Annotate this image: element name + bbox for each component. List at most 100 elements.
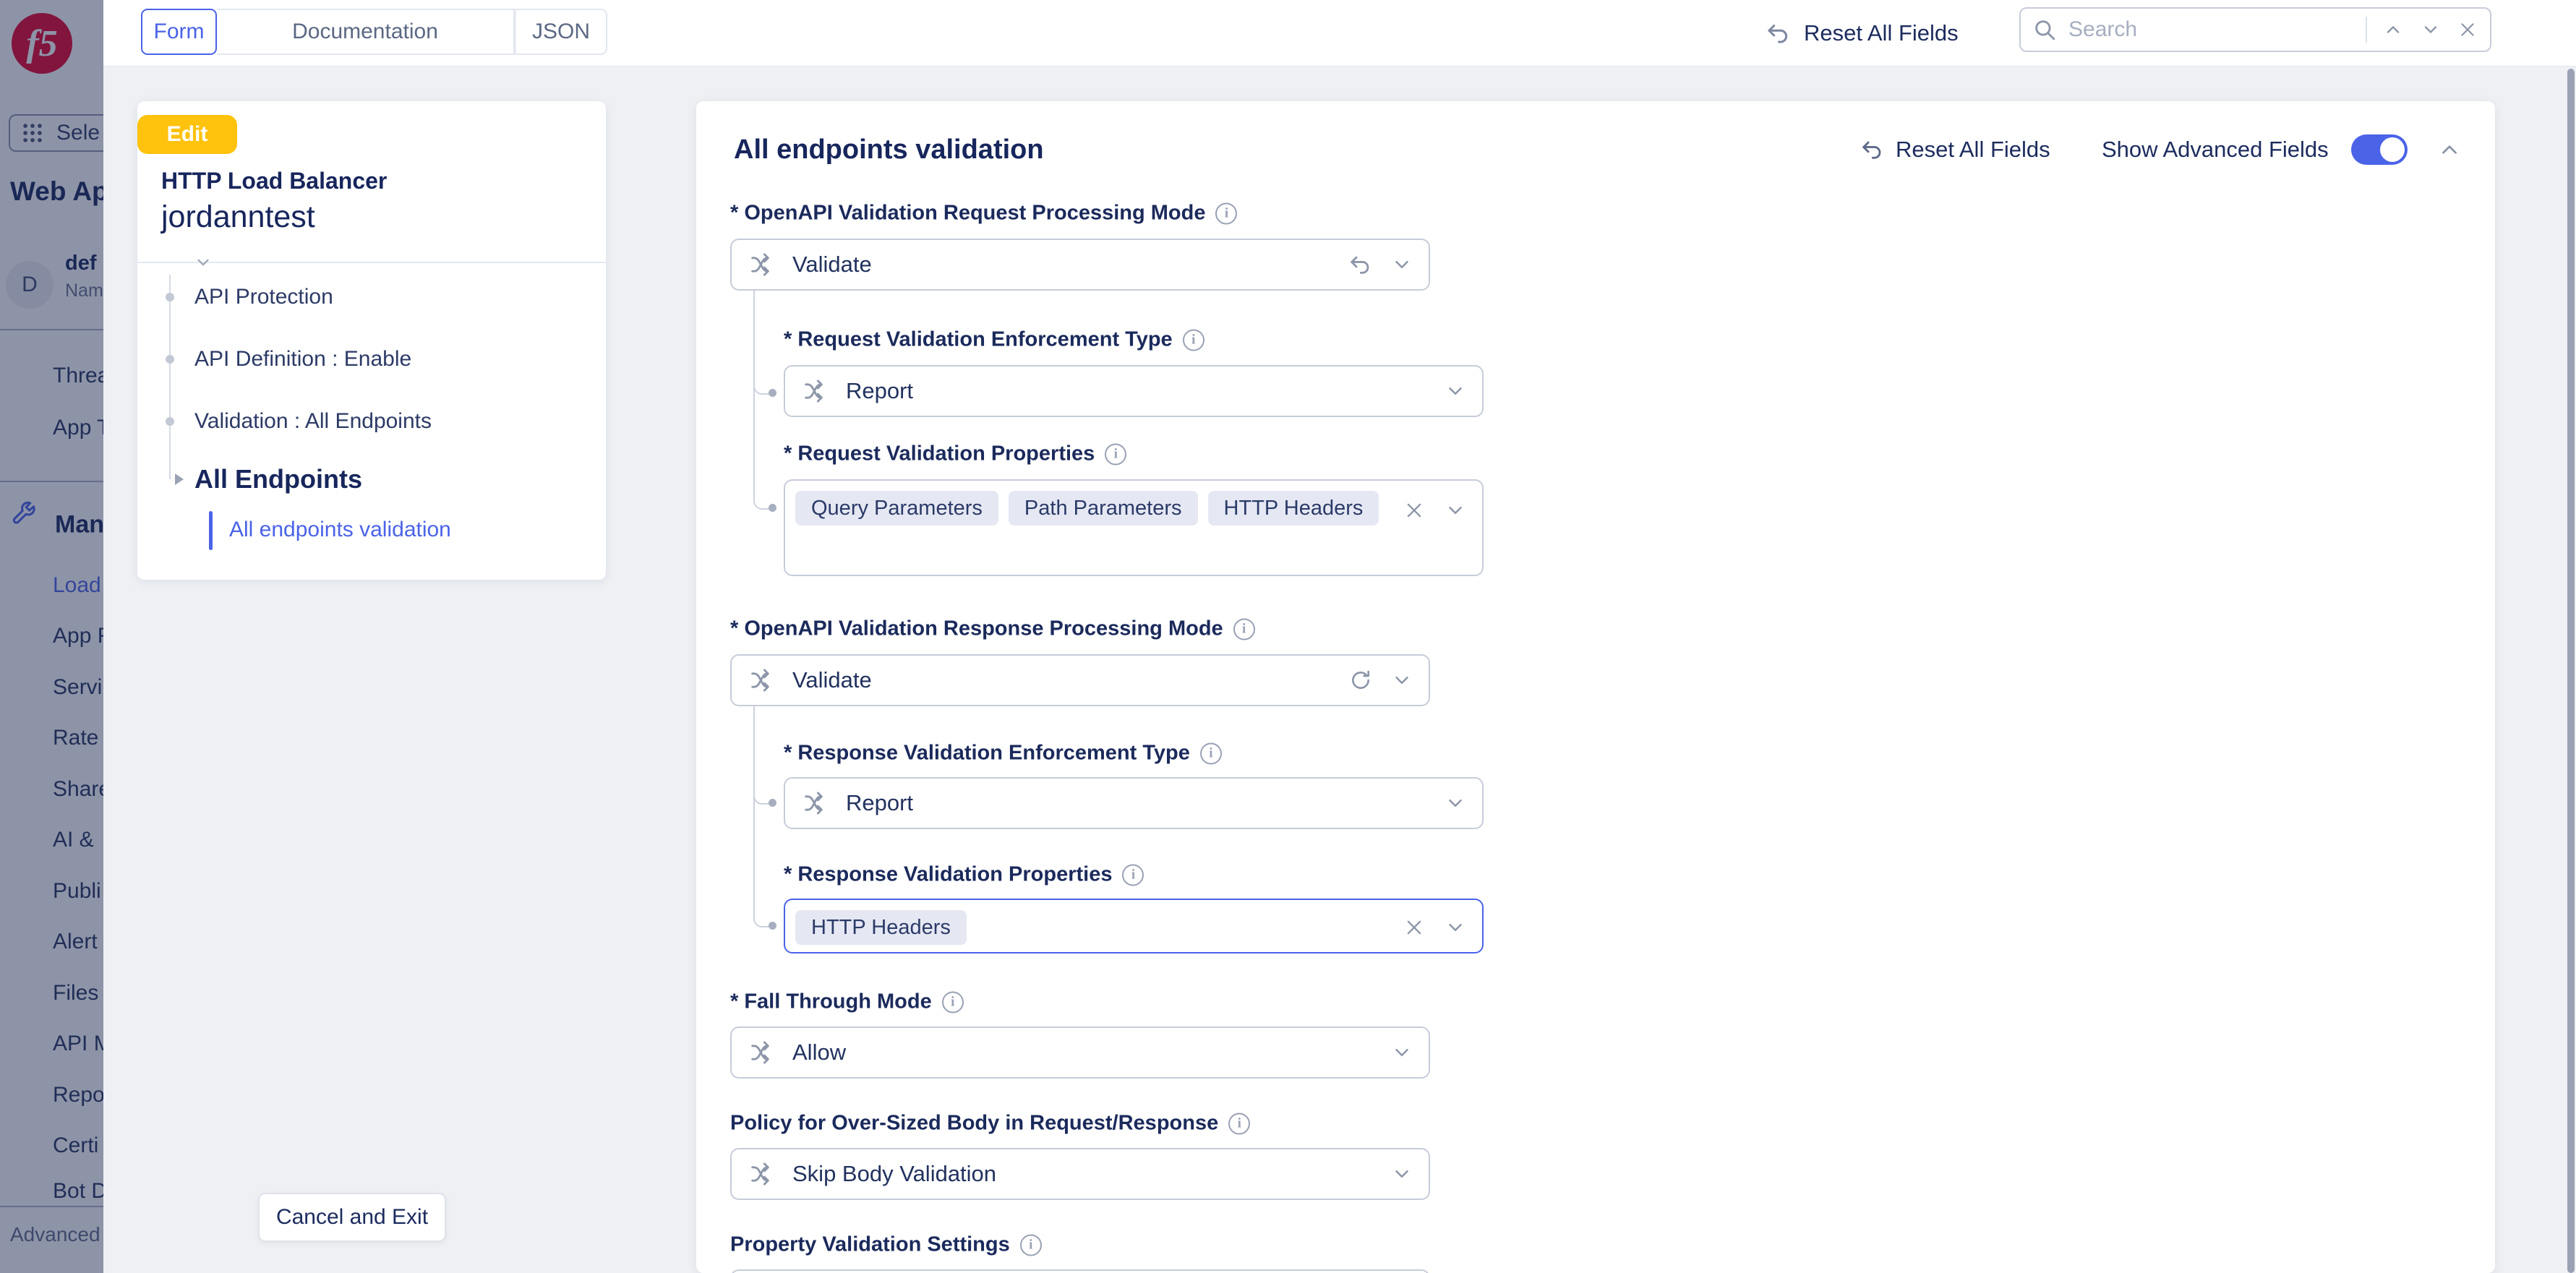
chevron-down-icon[interactable] <box>1445 917 1466 938</box>
search-prev-icon[interactable] <box>2374 20 2412 40</box>
sidebar-item-threat: Threa <box>53 364 103 388</box>
field-connector <box>753 291 774 510</box>
property-validation-settings-select[interactable] <box>730 1269 1430 1273</box>
undo-icon <box>1860 137 1884 162</box>
vertical-scrollbar[interactable] <box>2567 69 2575 1273</box>
caret-right-icon <box>175 473 184 485</box>
sidebar-item-alerts: Alert <box>53 930 98 954</box>
step-api-protection[interactable]: API Protection <box>194 285 333 309</box>
form-title: All endpoints validation <box>734 134 1044 166</box>
search-clear-icon[interactable] <box>2449 20 2490 39</box>
namespace-select-label: Sele <box>56 121 100 145</box>
sidebar-section-title: Web Ap <box>10 176 103 207</box>
reset-all-fields-button[interactable]: Reset All Fields <box>1765 0 1959 66</box>
step-tree-line <box>169 275 171 479</box>
connector-dot <box>769 922 776 930</box>
chevron-down-icon[interactable] <box>1391 1042 1413 1063</box>
selected-option-chip[interactable]: Query Parameters <box>795 491 998 526</box>
connector-dot <box>769 504 776 512</box>
substep-all-endpoints-validation[interactable]: All endpoints validation <box>229 518 451 542</box>
response-mode-select[interactable]: Validate <box>730 654 1430 706</box>
info-icon[interactable] <box>1215 202 1237 224</box>
request-enforcement-select[interactable]: Report <box>784 365 1484 417</box>
namespace-sublabel: Nam <box>65 280 103 301</box>
step-validation[interactable]: Validation : All Endpoints <box>194 409 432 434</box>
selected-option-chip[interactable]: Path Parameters <box>1009 491 1198 526</box>
response-properties-label: * Response Validation Properties <box>784 863 1112 887</box>
field-connector <box>753 706 774 927</box>
sidebar-item-app-t: App T <box>53 416 103 440</box>
oversized-body-policy-select[interactable]: Skip Body Validation <box>730 1148 1430 1200</box>
multiselect-actions <box>1404 900 1466 955</box>
selected-option-chip[interactable]: HTTP Headers <box>1208 491 1379 526</box>
response-properties-multiselect[interactable]: HTTP Headers <box>784 899 1484 953</box>
chevron-down-icon[interactable] <box>1391 669 1413 691</box>
fall-through-mode-label: * Fall Through Mode <box>730 990 932 1014</box>
info-icon[interactable] <box>1233 618 1255 640</box>
selected-options: Query Parameters Path Parameters HTTP Head… <box>795 491 1379 526</box>
toggle-knob <box>2380 137 2405 162</box>
info-icon[interactable] <box>942 991 964 1013</box>
show-advanced-fields-toggle[interactable] <box>2351 134 2408 165</box>
step-all-endpoints[interactable]: All Endpoints <box>194 464 362 494</box>
sidebar-item-certificates: Certi <box>53 1133 98 1158</box>
fall-through-mode-select[interactable]: Allow <box>730 1026 1430 1079</box>
info-icon[interactable] <box>1183 329 1204 351</box>
response-enforcement-select[interactable]: Report <box>784 777 1484 829</box>
edit-badge: Edit <box>137 115 237 154</box>
form-card: All endpoints validation Reset All Field… <box>696 101 2495 1273</box>
reset-field-icon[interactable] <box>1348 252 1372 277</box>
chevron-down-icon[interactable] <box>1445 792 1466 814</box>
wizard-nav-card: Edit HTTP Load Balancer jordanntest API … <box>137 101 606 580</box>
search-next-icon[interactable] <box>2412 20 2449 40</box>
namespace-avatar: D <box>6 261 54 309</box>
f5-logo: f5 <box>12 13 72 74</box>
selected-option-chip[interactable]: HTTP Headers <box>795 910 967 945</box>
sidebar-group-manage: Man <box>55 511 103 539</box>
form-reset-all-fields-button[interactable]: Reset All Fields <box>1860 101 2050 198</box>
request-mode-select[interactable]: Validate <box>730 239 1430 291</box>
chevron-down-icon[interactable] <box>1391 254 1413 275</box>
fall-through-mode-value: Allow <box>792 1040 846 1066</box>
chevron-down-icon[interactable] <box>1391 1163 1413 1185</box>
chevron-down-icon[interactable] <box>1445 380 1466 402</box>
oneof-selector-icon <box>801 377 830 406</box>
cancel-and-exit-button[interactable]: Cancel and Exit <box>258 1193 446 1242</box>
sidebar-item-files: Files <box>53 981 98 1006</box>
clear-icon[interactable] <box>1404 500 1424 520</box>
info-icon[interactable] <box>1020 1234 1042 1256</box>
request-properties-multiselect[interactable]: Query Parameters Path Parameters HTTP Head… <box>784 479 1484 576</box>
info-icon[interactable] <box>1200 742 1222 764</box>
sidebar-item-bot-defense: Bot D <box>53 1179 103 1204</box>
search-input[interactable] <box>2067 17 2366 43</box>
form-reset-label: Reset All Fields <box>1896 137 2050 163</box>
info-icon[interactable] <box>1228 1113 1250 1134</box>
sidebar-item-rate: Rate <box>53 726 98 750</box>
collapse-steps-icon[interactable] <box>194 253 213 272</box>
response-mode-label: * OpenAPI Validation Response Processing… <box>730 617 1223 641</box>
info-icon[interactable] <box>1122 864 1144 886</box>
oneof-selector-icon <box>748 1160 776 1188</box>
refresh-field-icon[interactable] <box>1349 669 1372 692</box>
request-mode-value: Validate <box>792 252 872 278</box>
chevron-down-icon[interactable] <box>1445 500 1466 521</box>
show-advanced-fields-label: Show Advanced Fields <box>2102 101 2329 198</box>
oneof-selector-icon <box>801 789 830 818</box>
collapse-section-icon[interactable] <box>2437 137 2462 162</box>
sidebar-item-published: Publi <box>53 879 101 904</box>
oneof-selector-icon <box>748 1038 776 1067</box>
undo-icon <box>1765 20 1791 46</box>
sidebar-item-api-management: API M <box>53 1032 103 1056</box>
search-icon <box>2032 17 2057 42</box>
namespace-name: def <box>65 252 97 275</box>
oneof-selector-icon <box>748 666 776 695</box>
tab-json[interactable]: JSON <box>515 9 607 55</box>
connector-dot <box>769 389 776 397</box>
sidebar-item-load-balancers: Load <box>53 573 101 598</box>
tab-documentation[interactable]: Documentation <box>217 9 515 55</box>
tab-form[interactable]: Form <box>141 9 217 55</box>
clear-icon[interactable] <box>1404 917 1424 938</box>
info-icon[interactable] <box>1105 443 1126 465</box>
step-api-definition[interactable]: API Definition : Enable <box>194 347 411 372</box>
multiselect-actions <box>1404 500 1466 521</box>
